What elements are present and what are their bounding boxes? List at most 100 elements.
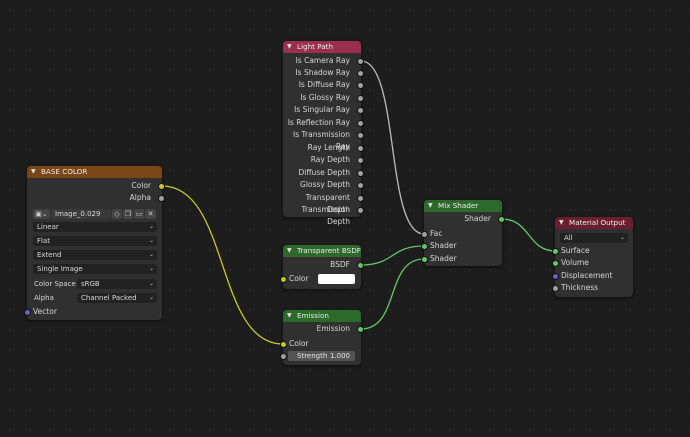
- socket-label: Color: [131, 181, 151, 190]
- open-folder-icon[interactable]: ▭: [134, 209, 144, 219]
- socket-label: Surface: [561, 246, 590, 255]
- collapse-icon[interactable]: ▼: [559, 217, 564, 229]
- extension-dropdown[interactable]: Extend ⌄: [33, 250, 157, 260]
- dropdown-value: Single Image: [37, 265, 83, 273]
- socket-label: Displacement: [561, 271, 613, 280]
- color-space-dropdown[interactable]: sRGB ⌄: [77, 279, 157, 289]
- light-path-node[interactable]: ▼ Light Path Is Camera Ray Is Shadow Ray…: [283, 41, 364, 226]
- wire-color-to-emission: [161, 185, 284, 345]
- shader-socket[interactable]: [552, 248, 559, 255]
- wire-bsdf-to-shader: [360, 245, 425, 266]
- collapse-icon[interactable]: ▼: [287, 245, 292, 257]
- material-output-node[interactable]: ▼ Material Output All ⌄ Surface Volume D…: [552, 217, 633, 297]
- vector-socket[interactable]: [552, 273, 559, 280]
- float-socket[interactable]: [280, 353, 287, 360]
- image-texture-node[interactable]: ▼ BASE COLOR Color Alpha ▣⌄ Image_0.029 …: [24, 166, 165, 320]
- color-socket[interactable]: [280, 341, 287, 348]
- fake-user-icon[interactable]: ◇: [112, 209, 122, 219]
- dropdown-value: Flat: [37, 237, 51, 245]
- projection-dropdown[interactable]: Flat ⌄: [33, 236, 157, 246]
- output-row: Is Singular Ray: [283, 104, 364, 116]
- node-header[interactable]: ▼ Mix Shader: [424, 200, 502, 212]
- float-socket[interactable]: [357, 170, 364, 177]
- chevron-down-icon: ⌄: [148, 294, 154, 301]
- float-socket[interactable]: [357, 58, 364, 65]
- strength-value: 1.000: [329, 352, 350, 360]
- socket-label: Shader: [430, 254, 457, 263]
- alpha-mode-dropdown[interactable]: Channel Packed ⌄: [77, 293, 157, 303]
- dropdown-value: Channel Packed: [81, 294, 137, 302]
- node-header[interactable]: ▼ Light Path: [283, 41, 361, 53]
- shader-socket[interactable]: [552, 260, 559, 267]
- socket-label: Ray Length: [307, 143, 350, 152]
- socket-label: Shader: [464, 214, 491, 223]
- color-space-label: Color Space: [34, 280, 76, 288]
- chevron-down-icon: ⌄: [619, 234, 625, 241]
- alpha-socket[interactable]: [158, 195, 165, 202]
- wire-camera-ray-to-fac: [360, 60, 425, 235]
- float-socket[interactable]: [357, 182, 364, 189]
- socket-label: Is Shadow Ray: [295, 68, 350, 77]
- input-volume: Volume: [552, 257, 633, 269]
- node-title: Material Output: [569, 218, 626, 227]
- float-socket[interactable]: [357, 95, 364, 102]
- socket-label: Alpha: [129, 193, 151, 202]
- collapse-icon[interactable]: ▼: [287, 41, 292, 53]
- node-header[interactable]: ▼ Transparent BSDF: [283, 245, 361, 257]
- socket-label: Transmission Depth: [301, 205, 350, 226]
- unlink-close-icon[interactable]: ✕: [145, 209, 156, 219]
- input-shader-1: Shader: [421, 240, 502, 252]
- float-socket[interactable]: [357, 107, 364, 114]
- float-socket[interactable]: [357, 70, 364, 77]
- float-socket[interactable]: [357, 82, 364, 89]
- float-socket[interactable]: [357, 145, 364, 152]
- collapse-icon[interactable]: ▼: [428, 200, 433, 212]
- socket-label: Is Singular Ray: [294, 105, 350, 114]
- float-socket[interactable]: [421, 231, 428, 238]
- node-header[interactable]: ▼ BASE COLOR: [27, 166, 162, 178]
- shader-socket[interactable]: [357, 326, 364, 333]
- float-socket[interactable]: [552, 285, 559, 292]
- socket-label: Is Reflection Ray: [287, 118, 350, 127]
- duplicate-icon[interactable]: ❐: [123, 209, 133, 219]
- target-dropdown[interactable]: All ⌄: [560, 233, 628, 243]
- color-socket[interactable]: [280, 276, 287, 283]
- float-socket[interactable]: [357, 157, 364, 164]
- output-row: Transparent Depth: [283, 192, 364, 214]
- float-socket[interactable]: [357, 195, 364, 202]
- collapse-icon[interactable]: ▼: [31, 166, 36, 178]
- shader-socket[interactable]: [498, 216, 505, 223]
- source-dropdown[interactable]: Single Image ⌄: [33, 264, 157, 274]
- transparent-bsdf-node[interactable]: ▼ Transparent BSDF BSDF Color: [280, 245, 364, 289]
- chevron-down-icon: ⌄: [148, 251, 154, 258]
- float-socket[interactable]: [357, 207, 364, 214]
- shader-socket[interactable]: [421, 243, 428, 250]
- chevron-down-icon: ⌄: [148, 223, 154, 230]
- chevron-down-icon: ⌄: [148, 237, 154, 244]
- node-header[interactable]: ▼ Emission: [283, 310, 361, 322]
- emission-node[interactable]: ▼ Emission Emission Color Strength 1.000: [280, 310, 364, 365]
- node-title: Mix Shader: [438, 201, 479, 210]
- output-row: Is Shadow Ray: [283, 67, 364, 79]
- vector-socket[interactable]: [24, 309, 31, 316]
- input-displacement: Displacement: [552, 270, 633, 282]
- color-socket[interactable]: [158, 183, 165, 190]
- shader-socket[interactable]: [421, 256, 428, 263]
- mix-shader-node[interactable]: ▼ Mix Shader Shader Fac Shader Shader: [421, 200, 505, 266]
- strength-field[interactable]: Strength 1.000: [280, 351, 355, 361]
- node-title: Transparent BSDF: [297, 246, 361, 255]
- shader-socket[interactable]: [357, 262, 364, 269]
- socket-label: Is Camera Ray: [295, 56, 350, 65]
- image-browse-button[interactable]: ▣⌄: [33, 209, 50, 219]
- node-header[interactable]: ▼ Material Output: [555, 217, 633, 229]
- interpolation-dropdown[interactable]: Linear ⌄: [33, 222, 157, 232]
- float-socket[interactable]: [357, 120, 364, 127]
- collapse-icon[interactable]: ▼: [287, 310, 292, 322]
- output-row: Is Transmission Ray: [283, 129, 364, 151]
- node-title: BASE COLOR: [41, 167, 88, 176]
- float-socket[interactable]: [357, 132, 364, 139]
- input-fac: Fac: [421, 228, 502, 240]
- color-swatch[interactable]: [318, 274, 355, 284]
- strength-label: Strength: [297, 352, 328, 360]
- image-name-field[interactable]: Image_0.029: [51, 209, 111, 219]
